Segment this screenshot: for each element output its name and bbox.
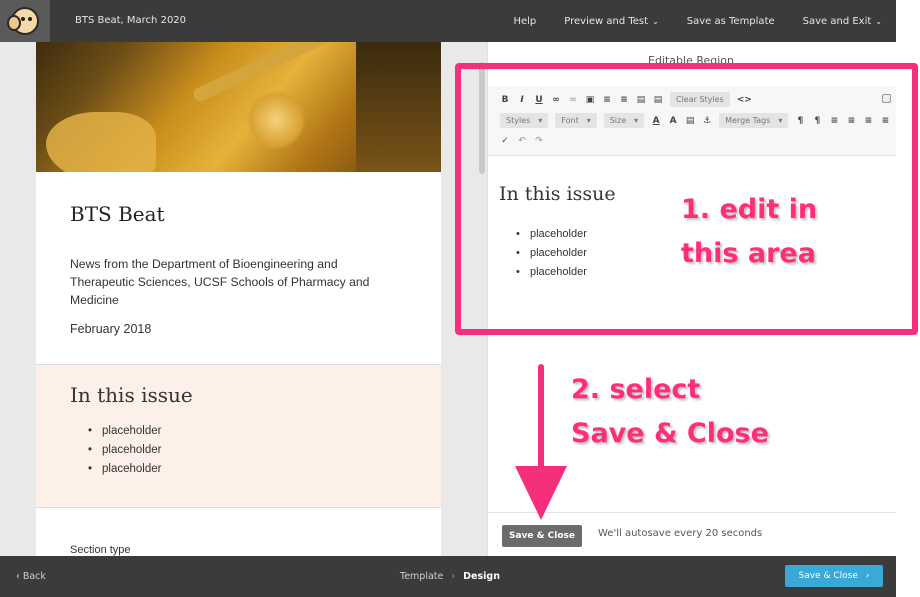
anchor-icon[interactable]: ⚓: [702, 116, 712, 126]
hero-image: [36, 42, 441, 172]
newsletter-date: February 2018: [70, 322, 152, 336]
mailchimp-logo[interactable]: [0, 0, 50, 42]
paragraph-ltr-icon[interactable]: ¶: [795, 116, 805, 126]
underline-icon[interactable]: U: [534, 95, 544, 105]
annotation-arrow: [515, 364, 567, 520]
save-close-button[interactable]: Save & Close: [502, 525, 582, 547]
chevron-right-icon: ›: [865, 571, 870, 581]
chevron-down-icon: ▾: [586, 116, 591, 125]
chevron-down-icon: ⌄: [652, 16, 659, 26]
right-gutter: [896, 42, 920, 556]
size-dropdown[interactable]: Size ▾: [603, 113, 645, 128]
justify-icon[interactable]: ≡: [880, 116, 890, 126]
issue-heading: In this issue: [70, 383, 193, 407]
font-dropdown[interactable]: Font ▾: [555, 113, 597, 128]
preview-and-test-menu[interactable]: Preview and Test ⌄: [564, 16, 659, 27]
align-right-icon[interactable]: ≡: [863, 116, 873, 126]
styles-dropdown[interactable]: Styles ▾: [500, 113, 549, 128]
crumb-template[interactable]: Template: [400, 571, 443, 582]
crumb-design: Design: [463, 571, 500, 582]
chevron-down-icon: ▾: [538, 116, 543, 125]
italic-icon[interactable]: I: [517, 95, 527, 105]
list-item: placeholder: [86, 425, 161, 444]
chevron-right-icon: ›: [451, 571, 456, 582]
bottom-right-gutter: [896, 556, 920, 597]
undo-icon[interactable]: ↶: [517, 136, 527, 146]
source-code-icon[interactable]: <>: [737, 95, 752, 105]
paste-text-icon[interactable]: ▤: [653, 95, 663, 105]
monkey-icon: [7, 7, 39, 35]
save-and-exit-menu[interactable]: Save and Exit ⌄: [803, 16, 882, 27]
collapse-toolbar-icon[interactable]: [882, 94, 891, 103]
paragraph-rtl-icon[interactable]: ¶: [812, 116, 822, 126]
chevron-down-icon: ⌄: [875, 16, 882, 26]
spellcheck-icon[interactable]: ✓: [500, 136, 510, 146]
bulleted-list-icon[interactable]: ≡: [619, 95, 629, 105]
link-icon[interactable]: ∞: [551, 95, 561, 105]
email-preview[interactable]: BTS Beat News from the Department of Bio…: [36, 42, 441, 556]
list-item[interactable]: placeholder: [516, 228, 587, 247]
rich-text-toolbar: B I U ∞ ∞ ▣ ≡ ≡ ▤ ▤ Clear Styles <> Styl…: [488, 86, 897, 156]
image-icon[interactable]: ▣: [585, 95, 595, 105]
list-item[interactable]: placeholder: [516, 247, 587, 266]
save-as-template-link[interactable]: Save as Template: [687, 16, 775, 27]
table-icon[interactable]: ▤: [685, 116, 695, 126]
chevron-down-icon: ▾: [778, 116, 783, 125]
breadcrumb: Template › Design: [400, 556, 500, 597]
background-color-icon[interactable]: A: [668, 116, 678, 126]
bold-icon[interactable]: B: [500, 95, 510, 105]
document-title: BTS Beat, March 2020: [75, 15, 187, 26]
issue-list: placeholder placeholder placeholder: [86, 425, 161, 482]
save-close-primary-button[interactable]: Save & Close ›: [785, 565, 883, 587]
text-color-icon[interactable]: A: [651, 116, 661, 126]
in-this-issue-block[interactable]: In this issue placeholder placeholder pl…: [36, 365, 441, 508]
bottom-bar: ‹ Back Template › Design: [0, 556, 896, 597]
editor-content-list[interactable]: placeholder placeholder placeholder: [516, 228, 587, 285]
unlink-icon[interactable]: ∞: [568, 95, 578, 105]
annotation-step-1: 1. edit in this area: [681, 194, 818, 269]
clear-styles-button[interactable]: Clear Styles: [670, 92, 730, 107]
list-item[interactable]: placeholder: [516, 266, 587, 285]
back-button[interactable]: ‹ Back: [16, 556, 46, 597]
newsletter-title: BTS Beat: [70, 202, 165, 226]
list-item: placeholder: [86, 463, 161, 482]
section-type-label: Section type: [70, 544, 131, 556]
chevron-left-icon: ‹: [16, 571, 20, 582]
align-left-icon[interactable]: ≡: [829, 116, 839, 126]
annotation-step-2: 2. select Save & Close: [571, 374, 769, 449]
editor-content-heading[interactable]: In this issue: [499, 183, 616, 205]
newsletter-description: News from the Department of Bioengineeri…: [70, 257, 370, 307]
scrollbar[interactable]: [479, 62, 485, 174]
align-center-icon[interactable]: ≡: [846, 116, 856, 126]
numbered-list-icon[interactable]: ≡: [602, 95, 612, 105]
chevron-down-icon: ▾: [634, 116, 639, 125]
list-item: placeholder: [86, 444, 161, 463]
help-link[interactable]: Help: [513, 16, 536, 27]
top-right-gutter: [896, 0, 920, 42]
merge-tags-dropdown[interactable]: Merge Tags ▾: [719, 113, 789, 128]
preview-rail: [441, 42, 477, 556]
paste-icon[interactable]: ▤: [636, 95, 646, 105]
top-navigation: Help Preview and Test ⌄ Save as Template …: [513, 0, 882, 42]
top-bar: BTS Beat, March 2020 Help Preview and Te…: [0, 0, 896, 42]
autosave-note: We'll autosave every 20 seconds: [598, 528, 763, 539]
redo-icon[interactable]: ↷: [534, 136, 544, 146]
editor-heading: Editable Region: [648, 54, 735, 67]
